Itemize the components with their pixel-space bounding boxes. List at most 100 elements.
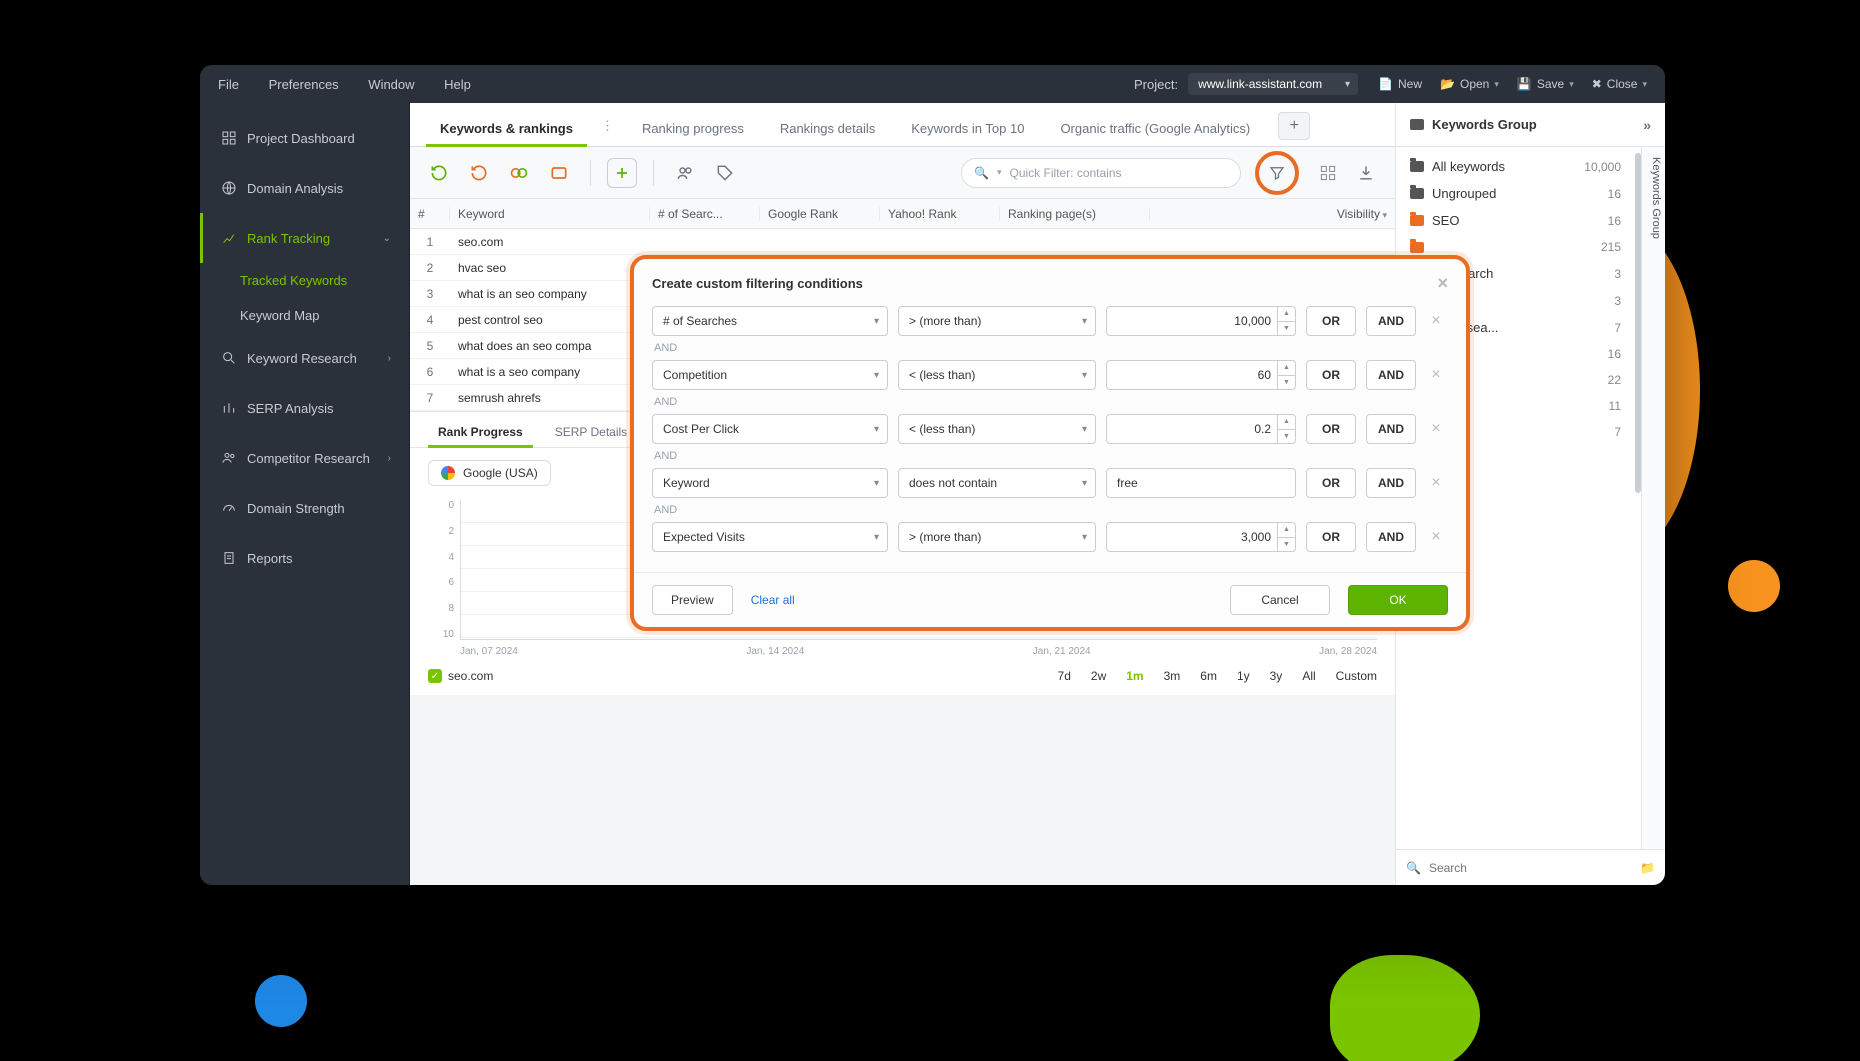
- value-input[interactable]: 10,000▲▼: [1106, 306, 1296, 336]
- sidebar-item-domain-analysis[interactable]: Domain Analysis: [200, 163, 409, 213]
- collapse-panel-button[interactable]: »: [1643, 117, 1651, 133]
- sidebar-item-keyword-research[interactable]: Keyword Research›: [200, 333, 409, 383]
- sidebar-item-reports[interactable]: Reports: [200, 533, 409, 583]
- remove-condition-button[interactable]: ×: [1426, 420, 1446, 438]
- and-button[interactable]: AND: [1366, 306, 1416, 336]
- stepper[interactable]: ▲▼: [1277, 415, 1295, 443]
- range-7d[interactable]: 7d: [1058, 669, 1071, 683]
- sidebar-item-serp-analysis[interactable]: SERP Analysis: [200, 383, 409, 433]
- field-select[interactable]: Keyword: [652, 468, 888, 498]
- and-button[interactable]: AND: [1366, 414, 1416, 444]
- groups-rail-label[interactable]: Keywords Group: [1641, 147, 1665, 849]
- value-input[interactable]: free: [1106, 468, 1296, 498]
- step-up[interactable]: ▲: [1278, 523, 1295, 538]
- action-new[interactable]: 📄New: [1378, 77, 1422, 91]
- field-select[interactable]: Competition: [652, 360, 888, 390]
- col-visibility[interactable]: Visibility: [1295, 207, 1395, 221]
- and-button[interactable]: AND: [1366, 468, 1416, 498]
- range-3y[interactable]: 3y: [1270, 669, 1283, 683]
- action-save[interactable]: 💾Save▾: [1517, 77, 1574, 91]
- sidebar-item-project-dashboard[interactable]: Project Dashboard: [200, 113, 409, 163]
- col-num[interactable]: #: [410, 207, 450, 221]
- groups-scrollbar[interactable]: [1635, 153, 1641, 493]
- range-all[interactable]: All: [1302, 669, 1315, 683]
- group-item[interactable]: SEO16: [1396, 207, 1635, 234]
- col-keyword[interactable]: Keyword: [450, 207, 650, 221]
- menu-window[interactable]: Window: [368, 77, 414, 92]
- sidebar-item-competitor-research[interactable]: Competitor Research›: [200, 433, 409, 483]
- remove-condition-button[interactable]: ×: [1426, 312, 1446, 330]
- menu-file[interactable]: File: [218, 77, 239, 92]
- range-6m[interactable]: 6m: [1200, 669, 1217, 683]
- step-down[interactable]: ▼: [1278, 376, 1295, 390]
- operator-select[interactable]: does not contain: [898, 468, 1096, 498]
- preview-button[interactable]: Preview: [652, 585, 733, 615]
- sidebar-item-domain-strength[interactable]: Domain Strength: [200, 483, 409, 533]
- and-button[interactable]: AND: [1366, 360, 1416, 390]
- group-item[interactable]: All keywords10,000: [1396, 153, 1635, 180]
- tool-tag[interactable]: [710, 158, 740, 188]
- cancel-button[interactable]: Cancel: [1230, 585, 1330, 615]
- table-row[interactable]: 1seo.com: [410, 229, 1395, 255]
- or-button[interactable]: OR: [1306, 414, 1356, 444]
- lower-tab-rank-progress[interactable]: Rank Progress: [422, 416, 539, 447]
- remove-condition-button[interactable]: ×: [1426, 528, 1446, 546]
- field-select[interactable]: Expected Visits: [652, 522, 888, 552]
- col-yahoo[interactable]: Yahoo! Rank: [880, 207, 1000, 221]
- sidebar-sub-keyword-map[interactable]: Keyword Map: [200, 298, 409, 333]
- remove-condition-button[interactable]: ×: [1426, 366, 1446, 384]
- stepper[interactable]: ▲▼: [1277, 523, 1295, 551]
- operator-select[interactable]: < (less than): [898, 360, 1096, 390]
- step-down[interactable]: ▼: [1278, 430, 1295, 444]
- tool-users[interactable]: [670, 158, 700, 188]
- sidebar-item-rank-tracking[interactable]: Rank Tracking⌄: [200, 213, 409, 263]
- filter-button-highlight[interactable]: [1255, 151, 1299, 195]
- tool-download[interactable]: [1351, 158, 1381, 188]
- step-up[interactable]: ▲: [1278, 307, 1295, 322]
- tab-add-button[interactable]: +: [1278, 112, 1310, 140]
- chart-source-select[interactable]: Google (USA): [428, 460, 551, 486]
- action-close[interactable]: ✖Close▾: [1592, 77, 1647, 91]
- or-button[interactable]: OR: [1306, 522, 1356, 552]
- tool-refresh-green[interactable]: [424, 158, 454, 188]
- stepper[interactable]: ▲▼: [1277, 307, 1295, 335]
- tab-organic-traffic-google-analytics-[interactable]: Organic traffic (Google Analytics): [1042, 109, 1268, 146]
- quick-filter-input[interactable]: 🔍▾ Quick Filter: contains: [961, 158, 1241, 188]
- range-3m[interactable]: 3m: [1164, 669, 1181, 683]
- and-button[interactable]: AND: [1366, 522, 1416, 552]
- col-searches[interactable]: # of Searc...: [650, 207, 760, 221]
- tab-rankings-details[interactable]: Rankings details: [762, 109, 893, 146]
- range-2w[interactable]: 2w: [1091, 669, 1106, 683]
- field-select[interactable]: Cost Per Click: [652, 414, 888, 444]
- value-input[interactable]: 3,000▲▼: [1106, 522, 1296, 552]
- operator-select[interactable]: > (more than): [898, 306, 1096, 336]
- tool-grid[interactable]: [1313, 158, 1343, 188]
- or-button[interactable]: OR: [1306, 468, 1356, 498]
- step-down[interactable]: ▼: [1278, 322, 1295, 336]
- operator-select[interactable]: > (more than): [898, 522, 1096, 552]
- new-folder-icon[interactable]: 📁: [1640, 861, 1655, 875]
- action-open[interactable]: 📂Open▾: [1440, 77, 1499, 91]
- menu-help[interactable]: Help: [444, 77, 471, 92]
- remove-condition-button[interactable]: ×: [1426, 474, 1446, 492]
- tab-keywords-in-top-10[interactable]: Keywords in Top 10: [893, 109, 1042, 146]
- operator-select[interactable]: < (less than): [898, 414, 1096, 444]
- field-select[interactable]: # of Searches: [652, 306, 888, 336]
- project-select[interactable]: www.link-assistant.com: [1188, 73, 1358, 95]
- ok-button[interactable]: OK: [1348, 585, 1448, 615]
- tab-ranking-progress[interactable]: Ranking progress: [624, 109, 762, 146]
- tool-refresh-orange[interactable]: [464, 158, 494, 188]
- group-item[interactable]: Ungrouped16: [1396, 180, 1635, 207]
- step-up[interactable]: ▲: [1278, 361, 1295, 376]
- tool-refresh-multi[interactable]: [504, 158, 534, 188]
- value-input[interactable]: 60▲▼: [1106, 360, 1296, 390]
- col-pages[interactable]: Ranking page(s): [1000, 207, 1150, 221]
- tab-more-menu[interactable]: ⋮: [591, 106, 624, 146]
- value-input[interactable]: 0.2▲▼: [1106, 414, 1296, 444]
- clear-all-button[interactable]: Clear all: [751, 585, 795, 615]
- or-button[interactable]: OR: [1306, 306, 1356, 336]
- range-1y[interactable]: 1y: [1237, 669, 1250, 683]
- menu-preferences[interactable]: Preferences: [269, 77, 339, 92]
- stepper[interactable]: ▲▼: [1277, 361, 1295, 389]
- range-custom[interactable]: Custom: [1336, 669, 1377, 683]
